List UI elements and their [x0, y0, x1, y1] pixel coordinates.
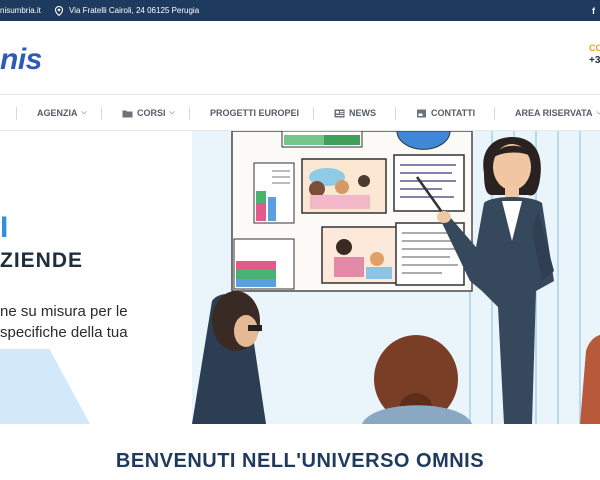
address-text: Via Fratelli Cairoli, 24 06125 Perugia: [69, 6, 200, 15]
nav-item-area-riservata[interactable]: AREA RISERVATA ⌵: [515, 95, 600, 131]
hero-illustration: [192, 131, 600, 424]
facebook-icon[interactable]: f: [592, 0, 595, 21]
nav-item-corsi[interactable]: CORSI ⌵: [122, 95, 175, 131]
nav-separator: [101, 107, 102, 120]
hero-title-accent: I: [0, 211, 9, 244]
contact-card-icon: [417, 109, 426, 117]
nav-item-progetti-europei[interactable]: PROGETTI EUROPEI: [210, 95, 299, 131]
nav-item-label: AREA RISERVATA: [515, 108, 593, 118]
hero-decorative-shape: [0, 349, 90, 424]
nav-item-contatti[interactable]: CONTATTI: [416, 95, 475, 131]
nav-separator: [313, 107, 314, 120]
email-text[interactable]: nisumbria.it: [0, 6, 41, 15]
hero-text-line-2: specifiche della tua: [0, 324, 128, 341]
nav-item-label: AGENZIA: [37, 108, 78, 118]
nav-item-agenzia[interactable]: AGENZIA ⌵: [37, 95, 87, 131]
welcome-section: BENVENUTI NELL'UNIVERSO OMNIS: [0, 424, 600, 480]
chevron-down-icon: ⌵: [169, 109, 175, 116]
main-navigation: AGENZIA ⌵ CORSI ⌵ PROGETTI EUROPEI NEWS …: [0, 94, 600, 131]
nav-separator: [494, 107, 495, 120]
site-logo[interactable]: nis: [0, 43, 42, 77]
nav-separator: [395, 107, 396, 120]
map-pin-icon: [54, 5, 64, 16]
nav-item-label: PROGETTI EUROPEI: [210, 108, 300, 118]
newspaper-icon: [334, 109, 345, 117]
nav-separator: [16, 107, 17, 120]
top-bar-email[interactable]: nisumbria.it: [0, 0, 41, 21]
site-header: nis CO +3: [0, 21, 600, 93]
nav-item-label: CONTATTI: [431, 108, 476, 118]
chevron-down-icon: ⌵: [596, 109, 600, 116]
folder-icon: [122, 110, 133, 117]
top-bar-address: Via Fratelli Cairoli, 24 06125 Perugia: [54, 0, 199, 21]
nav-item-news[interactable]: NEWS: [334, 95, 376, 131]
welcome-title: BENVENUTI NELL'UNIVERSO OMNIS: [115, 450, 485, 472]
contact-phone[interactable]: +3: [589, 55, 600, 66]
hero-banner: I ZIENDE ne su misura per le specifiche …: [0, 131, 600, 424]
hero-text-line-1: ne su misura per le: [0, 303, 128, 320]
nav-item-label: CORSI: [137, 108, 166, 118]
facebook-letter[interactable]: f: [592, 6, 595, 16]
nav-separator: [189, 107, 190, 120]
nav-item-label: NEWS: [349, 108, 376, 118]
top-bar: nisumbria.it Via Fratelli Cairoli, 24 06…: [0, 0, 600, 21]
chevron-down-icon: ⌵: [81, 109, 87, 116]
contact-label: CO: [589, 43, 600, 53]
hero-title: ZIENDE: [0, 249, 84, 272]
